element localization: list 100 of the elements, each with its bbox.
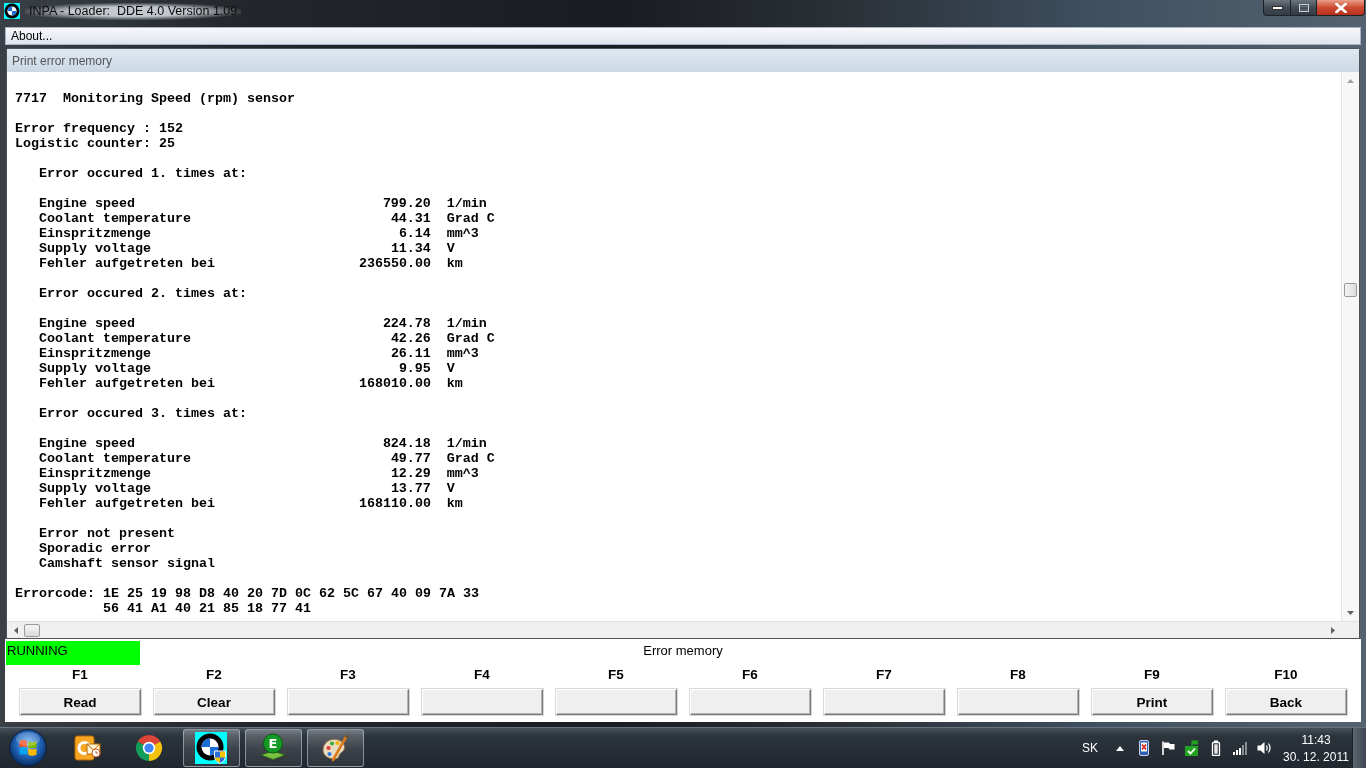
scroll-left-icon[interactable] bbox=[13, 626, 18, 634]
reading-unit: 1/min bbox=[446, 436, 488, 451]
reading-unit: 1/min bbox=[446, 196, 488, 211]
function-button[interactable]: Print bbox=[1091, 689, 1213, 715]
check-tile-icon[interactable] bbox=[1184, 740, 1200, 756]
reading-value: 49.77 bbox=[389, 451, 431, 466]
reading-unit: mm^3 bbox=[446, 466, 480, 481]
reading-label: Fehler aufgetreten bei bbox=[39, 256, 216, 271]
function-key-label: F6 bbox=[742, 666, 758, 683]
reading-label: Coolant temperature bbox=[39, 211, 192, 226]
scroll-thumb[interactable] bbox=[24, 623, 40, 637]
reading-label: Supply voltage bbox=[39, 241, 152, 256]
counter-text: Logistic counter: 25 bbox=[15, 136, 176, 151]
scroll-thumb[interactable] bbox=[1344, 283, 1357, 297]
status-indicator: RUNNING bbox=[6, 641, 140, 665]
function-key-label: F8 bbox=[1010, 666, 1026, 683]
language-indicator[interactable]: SK bbox=[1082, 740, 1098, 756]
reading-unit: Grad C bbox=[446, 211, 495, 226]
minimize-button[interactable] bbox=[1263, 0, 1291, 16]
phone-icon[interactable] bbox=[1136, 740, 1152, 756]
reading-value: 236550.00 bbox=[358, 256, 431, 271]
scroll-down-icon[interactable] bbox=[1347, 610, 1354, 615]
reading-value: 11.34 bbox=[389, 241, 431, 256]
signal-bars-icon[interactable] bbox=[1232, 740, 1248, 756]
reading-label: Engine speed bbox=[39, 196, 136, 211]
function-button[interactable]: Clear bbox=[153, 689, 275, 715]
function-button[interactable]: Read bbox=[19, 689, 141, 715]
reading-value: 224.78 bbox=[381, 316, 431, 331]
taskbar-button[interactable] bbox=[182, 729, 240, 767]
function-key-label: F7 bbox=[876, 666, 892, 683]
function-button[interactable]: Back bbox=[1225, 689, 1347, 715]
errorcode-label: Errorcode: bbox=[15, 586, 96, 603]
occurrence-heading: Error occured 1. times at: bbox=[39, 166, 248, 181]
function-button[interactable] bbox=[957, 689, 1079, 715]
palette-brush-icon[interactable] bbox=[320, 733, 350, 763]
reading-label: Einspritzmenge bbox=[39, 346, 152, 361]
fault-name: Monitoring Speed (rpm) sensor bbox=[63, 91, 295, 106]
maximize-icon bbox=[1298, 3, 1309, 12]
reading-label: Supply voltage bbox=[39, 361, 152, 376]
reading-value: 42.26 bbox=[389, 331, 431, 346]
reading-unit: km bbox=[446, 496, 464, 511]
close-button[interactable] bbox=[1317, 0, 1365, 16]
reading-unit: 1/min bbox=[446, 316, 488, 331]
condition-text: Sporadic error bbox=[39, 541, 152, 556]
reading-label: Engine speed bbox=[39, 316, 136, 331]
reading-value: 6.14 bbox=[397, 226, 431, 241]
reading-unit: V bbox=[446, 241, 456, 256]
reading-value: 824.18 bbox=[381, 436, 431, 451]
taskbar-button[interactable]: E bbox=[244, 729, 302, 767]
function-key-label: F2 bbox=[206, 666, 222, 683]
counter-text: Error frequency : 152 bbox=[15, 121, 184, 136]
clock-date[interactable]: 30. 12. 2011 bbox=[1283, 749, 1349, 766]
clock-time[interactable]: 11:43 bbox=[1301, 732, 1331, 749]
function-button[interactable] bbox=[421, 689, 543, 715]
reading-value: 799.20 bbox=[381, 196, 431, 211]
roundel-shield-icon[interactable] bbox=[195, 732, 227, 764]
close-icon bbox=[1334, 2, 1347, 13]
function-button[interactable] bbox=[823, 689, 945, 715]
reading-value: 12.29 bbox=[389, 466, 431, 481]
reading-unit: mm^3 bbox=[446, 226, 480, 241]
start-orb-icon[interactable] bbox=[9, 729, 47, 767]
taskbar-button[interactable] bbox=[306, 729, 364, 767]
reading-unit: V bbox=[446, 361, 456, 376]
function-button[interactable] bbox=[689, 689, 811, 715]
reading-label: Coolant temperature bbox=[39, 331, 192, 346]
show-desktop-button[interactable] bbox=[1352, 728, 1366, 768]
reading-label: Einspritzmenge bbox=[39, 466, 152, 481]
fault-code: 7717 bbox=[15, 91, 47, 106]
condition-text: Camshaft sensor signal bbox=[39, 556, 216, 571]
reading-value: 9.95 bbox=[397, 361, 431, 376]
window-title: INPA - Loader: DDE 4.0 Version 1.09 bbox=[25, 3, 242, 20]
menu-item[interactable]: About... bbox=[6, 28, 58, 44]
reading-label: Einspritzmenge bbox=[39, 226, 152, 241]
panel-title: Print error memory bbox=[12, 52, 112, 69]
errorcode-bytes: 1E 25 19 98 D8 40 20 7D 0C 62 5C 67 40 09 7A 33 bbox=[102, 586, 479, 601]
reading-value: 26.11 bbox=[389, 346, 431, 361]
reading-unit: V bbox=[446, 481, 456, 496]
function-key-label: F3 bbox=[340, 666, 356, 683]
reading-value: 13.77 bbox=[389, 481, 431, 496]
reading-unit: Grad C bbox=[446, 331, 495, 346]
reading-label: Supply voltage bbox=[39, 481, 152, 496]
function-button[interactable] bbox=[555, 689, 677, 715]
flag-icon[interactable] bbox=[1160, 740, 1176, 756]
function-key-label: F9 bbox=[1144, 666, 1160, 683]
roundel-icon bbox=[4, 3, 20, 19]
function-button[interactable] bbox=[287, 689, 409, 715]
scroll-right-icon[interactable] bbox=[1330, 626, 1335, 634]
caret-up-icon[interactable] bbox=[1116, 745, 1124, 751]
horizontal-scrollbar[interactable] bbox=[7, 621, 1341, 638]
occurrence-heading: Error occured 3. times at: bbox=[39, 406, 248, 421]
function-key-label: F4 bbox=[474, 666, 490, 683]
mail-clock-icon[interactable] bbox=[72, 733, 102, 763]
tricolor-ball-icon[interactable] bbox=[134, 733, 164, 763]
vertical-scrollbar[interactable] bbox=[1341, 72, 1359, 621]
condition-text: Error not present bbox=[39, 526, 176, 541]
reading-label: Engine speed bbox=[39, 436, 136, 451]
reading-unit: km bbox=[446, 256, 464, 271]
maximize-button[interactable] bbox=[1291, 0, 1317, 16]
speaker-icon[interactable] bbox=[1256, 740, 1272, 756]
reading-label: Fehler aufgetreten bei bbox=[39, 376, 216, 391]
